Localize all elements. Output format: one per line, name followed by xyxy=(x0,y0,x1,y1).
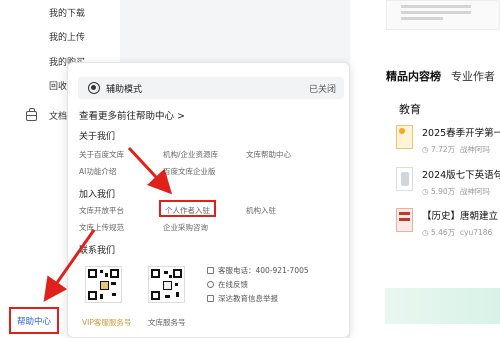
sidebar-item-docs[interactable]: 文档 xyxy=(26,107,68,122)
phone-icon xyxy=(207,267,214,274)
briefcase-icon xyxy=(26,107,37,121)
section-title: 教育 xyxy=(399,103,421,116)
link-enterprise[interactable]: 百度文库企业版 xyxy=(163,166,216,177)
content-tabs: 精品内容榜 专业作者 xyxy=(386,68,495,84)
contact-title: 联系我们 xyxy=(79,246,116,256)
wenku-qr-caption: 文库服务号 xyxy=(148,318,186,327)
link-org-join[interactable]: 机构入驻 xyxy=(246,205,276,216)
doc-thumbnail xyxy=(396,167,413,191)
help-center-button[interactable]: 帮助中心 xyxy=(9,307,59,334)
feedback-icon xyxy=(207,281,214,288)
doc-meta: ◷ 7.72万 战神阿玛 xyxy=(422,145,490,154)
contact-feedback[interactable]: 在线反馈 xyxy=(207,279,248,290)
accessibility-mode-row[interactable]: 辅助模式 已关闭 xyxy=(78,77,344,99)
author-highlight-box xyxy=(159,200,216,217)
link-org-library[interactable]: 机构/企业资源库 xyxy=(163,149,218,160)
sidebar-item-docs-label: 文档 xyxy=(49,112,68,122)
link-open-platform[interactable]: 文库开放平台 xyxy=(79,205,124,216)
doc-title: 2025春季开学第一 xyxy=(422,128,500,139)
banner-text-lines xyxy=(401,5,471,23)
doc-title: 【历史】唐朝建立 xyxy=(422,211,499,222)
doc-meta: ◷ 5.46万 cyu7186 xyxy=(422,228,493,237)
accessibility-icon xyxy=(88,82,100,94)
contact-hotline: 客服电话：400-921-7005 xyxy=(207,265,309,276)
doc-title: 2024版七下英语句 xyxy=(422,170,500,181)
doc-item[interactable]: 2025春季开学第一 ◷ 7.72万 战神阿玛 xyxy=(396,125,500,155)
join-title: 加入我们 xyxy=(79,190,116,200)
sidebar-item-uploads[interactable]: 我的上传 xyxy=(49,30,85,43)
help-center-link[interactable]: 查看更多前往帮助中心 > xyxy=(79,108,185,122)
top-banner[interactable] xyxy=(386,0,500,30)
sidebar-item-downloads[interactable]: 我的下载 xyxy=(49,6,85,19)
contact-report[interactable]: 深达教育信息举报 xyxy=(207,293,278,304)
accessibility-status: 已关闭 xyxy=(308,85,336,95)
tab-featured[interactable]: 精品内容榜 xyxy=(386,68,441,84)
report-icon xyxy=(207,295,214,302)
link-ai-intro[interactable]: AI功能介绍 xyxy=(79,166,116,177)
about-title: 关于我们 xyxy=(79,132,116,142)
help-center-label: 帮助中心 xyxy=(16,316,51,327)
vip-qr-code xyxy=(85,266,122,303)
doc-thumbnail xyxy=(396,125,413,149)
doc-item[interactable]: 【历史】唐朝建立 ◷ 5.46万 cyu7186 xyxy=(396,208,498,238)
bottom-banner[interactable] xyxy=(385,288,500,324)
accessibility-label: 辅助模式 xyxy=(106,85,143,95)
tab-authors[interactable]: 专业作者 xyxy=(451,68,495,84)
link-about-wenku[interactable]: 关于百度文库 xyxy=(79,149,124,160)
doc-item[interactable]: 2024版七下英语句 ◷ 5.90万 战神阿玛 xyxy=(396,167,500,197)
link-upload-rules[interactable]: 文库上传规范 xyxy=(79,222,124,233)
doc-meta: ◷ 5.90万 战神阿玛 xyxy=(422,187,490,196)
link-wenku-help[interactable]: 文库帮助中心 xyxy=(246,149,291,160)
doc-thumbnail xyxy=(396,208,413,232)
wenku-qr-code xyxy=(148,266,185,303)
vip-qr-caption: VIP客服服务号 xyxy=(82,318,132,327)
link-procurement[interactable]: 企业采购咨询 xyxy=(163,222,208,233)
